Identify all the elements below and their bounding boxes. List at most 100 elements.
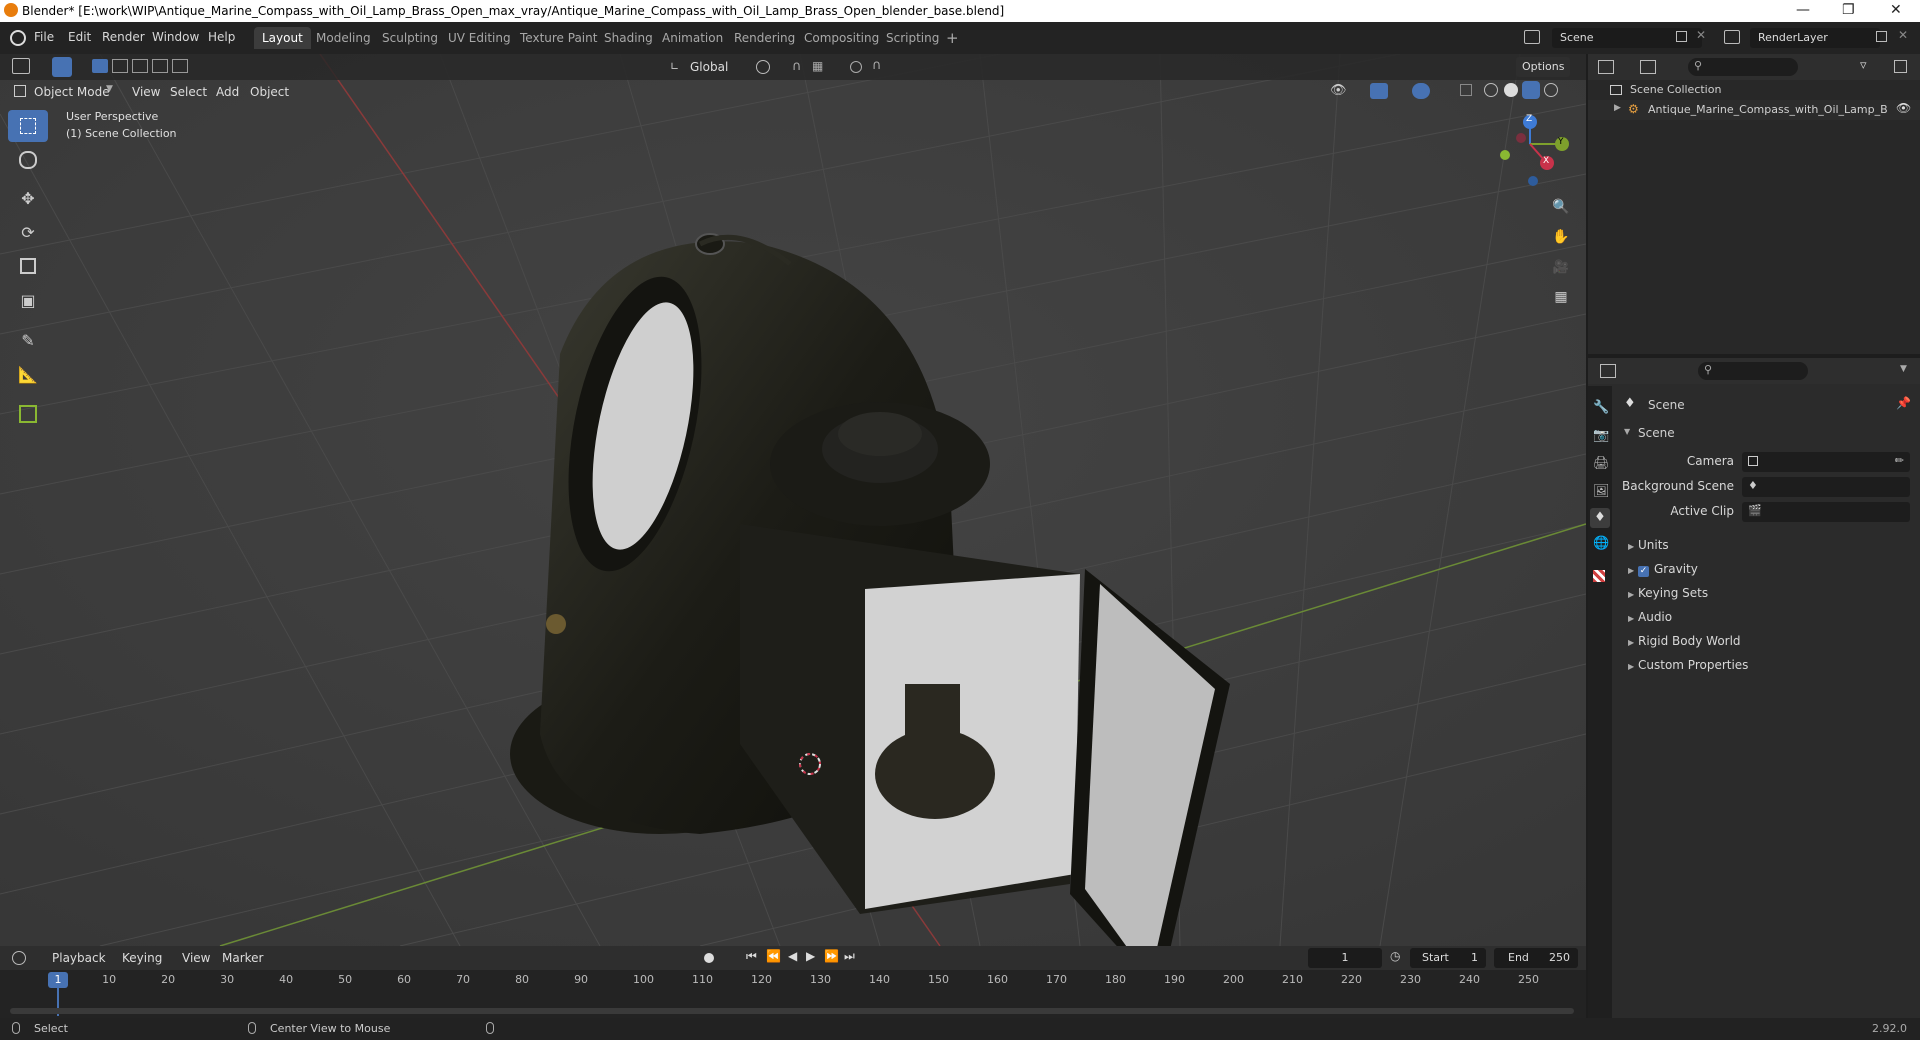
- playback-menu[interactable]: Playback: [52, 948, 106, 968]
- next-keyframe-icon[interactable]: ⏩: [824, 949, 839, 963]
- object-menu[interactable]: Object: [250, 82, 289, 102]
- menu-edit[interactable]: Edit: [68, 30, 91, 44]
- eye-visibility-icon[interactable]: 👁: [1896, 101, 1911, 115]
- selection-mode-difference-icon[interactable]: [152, 59, 168, 73]
- renderlayer-field[interactable]: RenderLayer: [1750, 28, 1880, 48]
- jump-start-icon[interactable]: ⏮: [746, 949, 757, 964]
- restore-icon[interactable]: ❐: [1842, 2, 1855, 18]
- snap-magnet-icon[interactable]: ∩: [792, 59, 802, 74]
- end-frame-field[interactable]: End 250: [1494, 948, 1578, 968]
- blender-menu-icon[interactable]: [10, 30, 26, 46]
- marker-menu[interactable]: Marker: [222, 948, 263, 968]
- tab-view-layer-icon[interactable]: 🖼: [1593, 484, 1610, 499]
- start-frame-field[interactable]: Start 1: [1410, 948, 1486, 968]
- eyedropper-icon[interactable]: ✏: [1895, 454, 1904, 467]
- tab-tool-icon[interactable]: 🔧: [1593, 400, 1609, 415]
- pin-icon[interactable]: 📌: [1896, 396, 1911, 410]
- panel-keying-sets[interactable]: ▶ Keying Sets: [1628, 586, 1708, 600]
- tool-scale[interactable]: [8, 250, 48, 282]
- tool-annotate[interactable]: ✎: [8, 324, 48, 356]
- scene-section-header[interactable]: ▼ Scene: [1614, 424, 1914, 444]
- minimize-icon[interactable]: —: [1796, 2, 1810, 18]
- shading-wireframe-icon[interactable]: [1484, 83, 1498, 97]
- active-clip-field[interactable]: 🎬: [1742, 502, 1910, 522]
- tab-scene-icon[interactable]: ♦: [1590, 508, 1610, 528]
- add-workspace-icon[interactable]: +: [946, 29, 959, 47]
- tab-texture-icon[interactable]: [1593, 570, 1605, 582]
- panel-gravity[interactable]: ▶ ✓ Gravity: [1628, 562, 1698, 577]
- display-mode-icon[interactable]: [1640, 60, 1656, 74]
- tab-sculpting[interactable]: Sculpting: [374, 27, 446, 49]
- panel-units[interactable]: ▶ Units: [1628, 538, 1669, 552]
- timeline-view-menu[interactable]: View: [182, 948, 210, 968]
- xray-toggle-icon[interactable]: [1460, 84, 1472, 96]
- clock-icon[interactable]: ◷: [1390, 949, 1400, 963]
- outliner-search-input[interactable]: ⚲: [1688, 58, 1798, 76]
- delete-view-layer-icon[interactable]: ✕: [1898, 28, 1908, 42]
- tab-world-icon[interactable]: 🌐: [1593, 536, 1609, 551]
- playhead[interactable]: 1: [48, 972, 68, 988]
- tab-uv-editing[interactable]: UV Editing: [440, 27, 519, 49]
- tool-measure[interactable]: 📐: [8, 358, 48, 390]
- panel-audio[interactable]: ▶ Audio: [1628, 610, 1672, 624]
- properties-editor-type-icon[interactable]: [1600, 364, 1616, 378]
- play-icon[interactable]: ▶: [806, 949, 815, 963]
- record-icon[interactable]: [704, 953, 714, 963]
- gizmo-toggle-icon[interactable]: [1370, 83, 1388, 99]
- filter-icon[interactable]: ▿: [1860, 58, 1867, 73]
- pan-view-button[interactable]: ✋: [1548, 224, 1574, 250]
- view-menu[interactable]: View: [132, 82, 160, 102]
- tool-rotate[interactable]: ⟳: [8, 216, 48, 248]
- transform-orientation-dropdown[interactable]: Global: [690, 57, 728, 77]
- timeline-editor-type-icon[interactable]: [12, 951, 26, 965]
- menu-window[interactable]: Window: [152, 30, 199, 44]
- tab-texture-paint[interactable]: Texture Paint: [512, 27, 605, 49]
- proportional-falloff-icon[interactable]: ∩: [872, 58, 882, 73]
- gravity-checkbox[interactable]: ✓: [1638, 566, 1649, 577]
- active-tool-icon[interactable]: [52, 57, 72, 77]
- mode-dropdown[interactable]: Object Mode: [34, 82, 110, 102]
- background-scene-field[interactable]: ♦: [1742, 477, 1910, 497]
- camera-field[interactable]: ✏: [1742, 452, 1910, 472]
- shading-material-icon[interactable]: [1522, 81, 1540, 99]
- editor-type-icon[interactable]: [12, 58, 30, 74]
- outliner-item-row[interactable]: ▶ ⚙ Antique_Marine_Compass_with_Oil_Lamp…: [1588, 100, 1920, 120]
- shading-solid-icon[interactable]: [1504, 83, 1518, 97]
- proportional-edit-icon[interactable]: [850, 61, 862, 73]
- select-menu[interactable]: Select: [170, 82, 207, 102]
- tool-move[interactable]: ✥: [8, 182, 48, 214]
- expand-arrow-icon[interactable]: ▶: [1614, 103, 1621, 113]
- prev-keyframe-icon[interactable]: ⏪: [766, 949, 781, 963]
- zoom-view-button[interactable]: 🔍: [1548, 194, 1574, 220]
- tool-add-cube[interactable]: [8, 398, 48, 430]
- properties-options-chevron-icon[interactable]: ▼: [1900, 364, 1907, 374]
- visibility-icon[interactable]: 👁: [1330, 83, 1347, 98]
- panel-rigid-body-world[interactable]: ▶ Rigid Body World: [1628, 634, 1741, 648]
- tab-shading[interactable]: Shading: [596, 27, 661, 49]
- scene-selector-icon[interactable]: [1524, 30, 1540, 44]
- tab-render-icon[interactable]: 📷: [1593, 428, 1609, 443]
- play-reverse-icon[interactable]: ◀: [788, 949, 797, 963]
- tool-cursor[interactable]: [8, 144, 48, 176]
- new-view-layer-icon[interactable]: [1876, 31, 1887, 42]
- add-menu[interactable]: Add: [216, 82, 239, 102]
- camera-view-button[interactable]: 🎥: [1548, 254, 1574, 280]
- 3d-viewport[interactable]: Z Y X ∟ Global ∩ ▦ ∩ Options Object Mode…: [0, 54, 1586, 946]
- pivot-point-icon[interactable]: [756, 60, 770, 74]
- tab-scripting[interactable]: Scripting: [878, 27, 947, 49]
- menu-help[interactable]: Help: [208, 30, 235, 44]
- tab-rendering[interactable]: Rendering: [726, 27, 803, 49]
- new-collection-icon[interactable]: [1894, 60, 1907, 73]
- selection-mode-set-icon[interactable]: [92, 59, 108, 73]
- menu-render[interactable]: Render: [102, 30, 145, 44]
- outliner-editor-type-icon[interactable]: [1598, 60, 1614, 74]
- outliner-root-row[interactable]: Scene Collection: [1588, 80, 1920, 100]
- shading-rendered-icon[interactable]: [1544, 83, 1558, 97]
- close-window-icon[interactable]: ✕: [1890, 2, 1902, 18]
- selection-mode-extend-icon[interactable]: [112, 59, 128, 73]
- new-scene-icon[interactable]: [1676, 31, 1687, 42]
- delete-scene-icon[interactable]: ✕: [1696, 28, 1706, 42]
- tab-compositing[interactable]: Compositing: [796, 27, 887, 49]
- tab-layout[interactable]: Layout: [254, 27, 311, 49]
- timeline-scrollbar[interactable]: [10, 1008, 1574, 1014]
